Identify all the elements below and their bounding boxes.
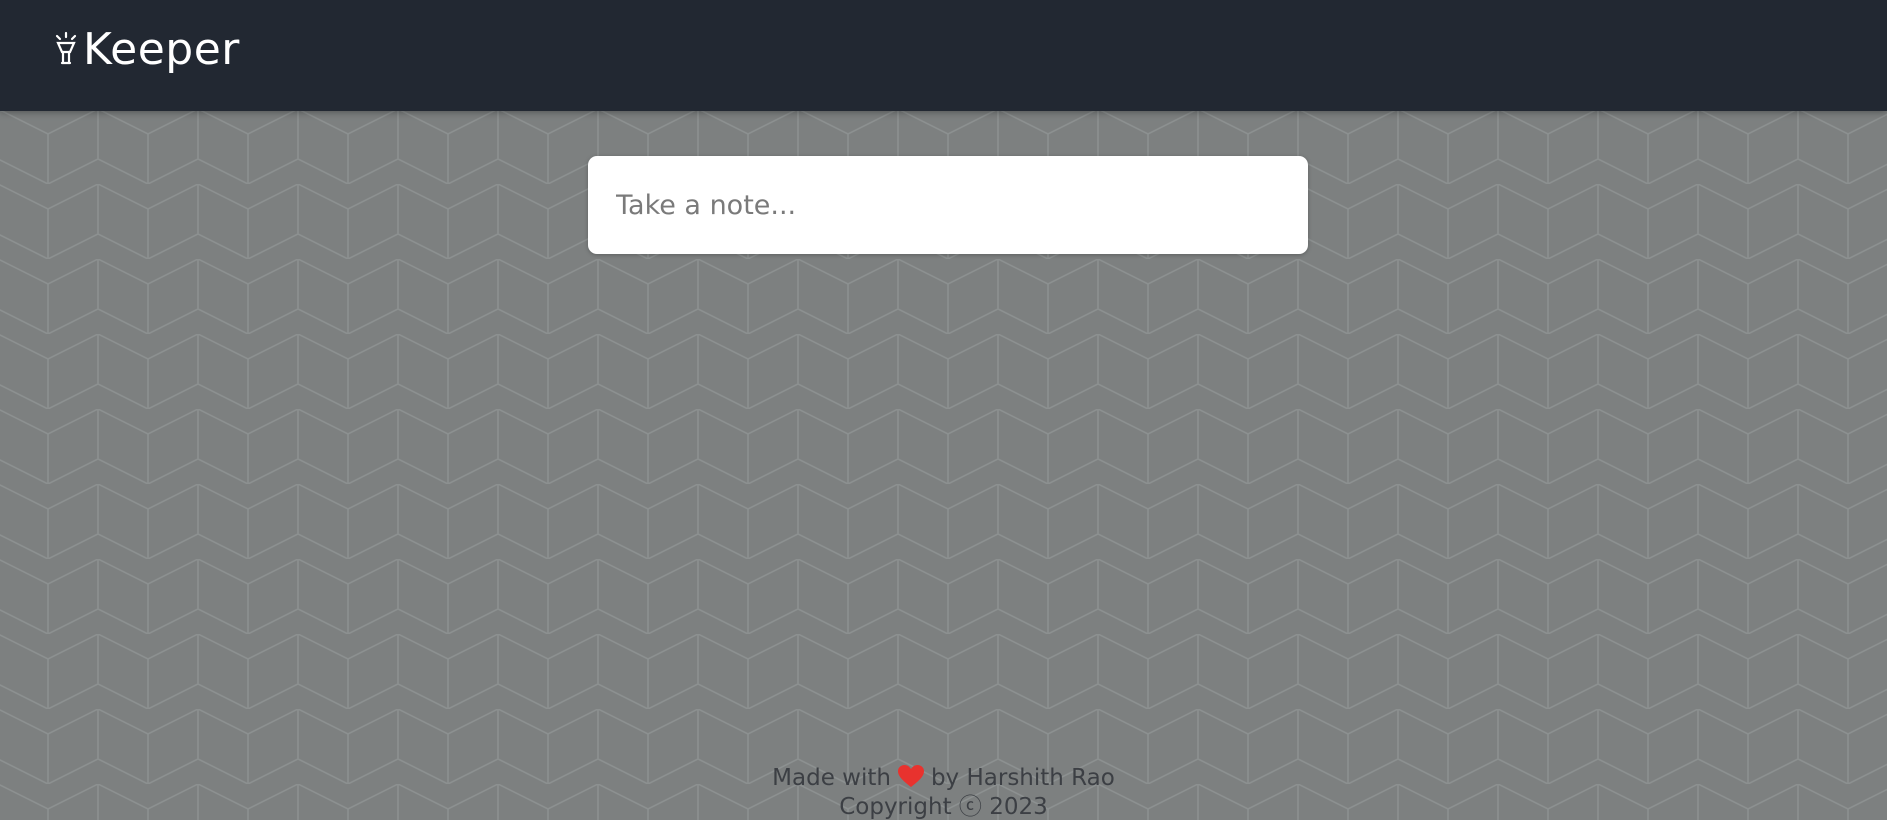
footer: Made with by Harshith Rao Copyright ⓒ 202…: [0, 764, 1887, 820]
note-input[interactable]: [616, 156, 1276, 254]
author-text: by Harshith Rao: [930, 765, 1115, 791]
create-note-card[interactable]: [588, 156, 1308, 254]
app-header: Keeper: [0, 0, 1887, 111]
heart-icon: [897, 765, 924, 787]
footer-credit: Made with by Harshith Rao: [0, 764, 1887, 793]
copyright-text: Copyright ⓒ 2023: [839, 794, 1048, 820]
made-with-text: Made with: [772, 765, 891, 791]
logo[interactable]: Keeper: [52, 28, 240, 72]
lamp-icon: [55, 31, 77, 65]
app-title: Keeper: [83, 24, 240, 75]
